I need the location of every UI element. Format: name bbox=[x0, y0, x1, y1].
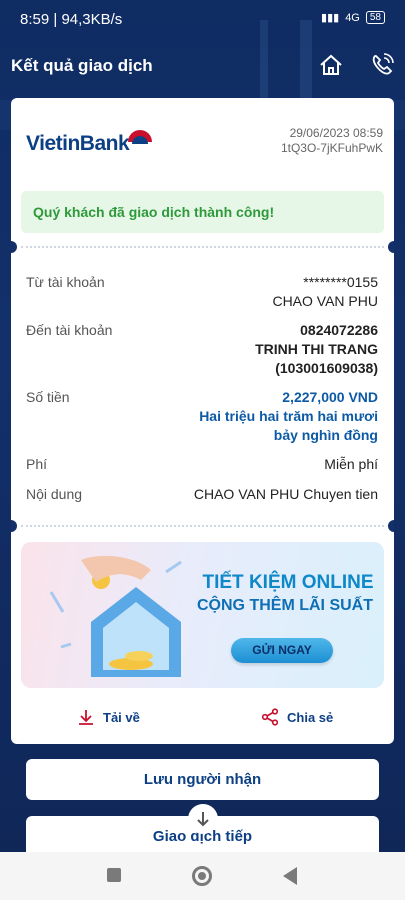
transaction-ref: 1tQ3O-7jKFuhPwK bbox=[280, 141, 383, 155]
home-icon[interactable] bbox=[318, 52, 344, 78]
status-bar: 8:59 | 94,3KB/s ▮▮▮ 4G 58 bbox=[0, 0, 405, 40]
amount-label: Số tiền bbox=[26, 389, 70, 405]
recent-apps-icon[interactable] bbox=[107, 868, 121, 882]
receipt-card: VietinBank 29/06/2023 08:59 1tQ3O-7jKFuh… bbox=[11, 98, 394, 744]
content-label: Nội dung bbox=[26, 486, 83, 502]
top-bar: Kết quả giao dịch bbox=[0, 50, 405, 84]
divider bbox=[11, 520, 394, 532]
share-button[interactable]: Chia sẻ bbox=[261, 708, 333, 726]
android-nav-bar bbox=[0, 852, 405, 900]
transaction-datetime: 29/06/2023 08:59 bbox=[289, 126, 383, 140]
to-account-name: TRINH THI TRANG bbox=[255, 341, 378, 357]
receipt-actions: Tải về Chia sẻ bbox=[11, 708, 394, 736]
home-nav-icon[interactable] bbox=[192, 866, 212, 886]
phone-icon[interactable] bbox=[369, 52, 395, 78]
from-account-name: CHAO VAN PHU bbox=[272, 293, 378, 309]
divider bbox=[11, 241, 394, 253]
success-message: Quý khách đã giao dịch thành công! bbox=[33, 204, 275, 220]
bank-logo-icon bbox=[128, 130, 152, 144]
to-account-number: 0824072286 bbox=[300, 322, 378, 338]
share-icon bbox=[261, 708, 279, 726]
scroll-down-button[interactable] bbox=[188, 804, 218, 834]
fee-value: Miễn phí bbox=[324, 456, 378, 472]
signal-icon: ▮▮▮ bbox=[321, 12, 340, 24]
amount-words-line1: Hai triệu hai trăm hai mươi bbox=[199, 408, 378, 424]
page-title: Kết quả giao dịch bbox=[11, 56, 153, 75]
success-banner: Quý khách đã giao dịch thành công! bbox=[21, 191, 384, 233]
amount-value: 2,227,000 VND bbox=[282, 389, 378, 405]
bank-logo-text: VietinBank bbox=[26, 132, 130, 155]
banner-subtitle: CỘNG THÊM LÃI SUẤT bbox=[197, 597, 373, 614]
savings-house-illustration bbox=[49, 555, 182, 677]
status-time: 8:59 bbox=[20, 11, 50, 28]
download-button[interactable]: Tải về bbox=[77, 708, 140, 726]
download-icon bbox=[79, 710, 93, 725]
back-icon[interactable] bbox=[283, 867, 297, 885]
content-value: CHAO VAN PHU Chuyen tien bbox=[193, 486, 378, 502]
download-label: Tải về bbox=[103, 709, 140, 725]
arrow-down-icon bbox=[197, 812, 209, 827]
amount-words-line2: bảy nghìn đồng bbox=[273, 427, 378, 443]
share-label: Chia sẻ bbox=[287, 709, 334, 725]
to-account-extra: (103001609038) bbox=[275, 360, 378, 376]
to-account-label: Đến tài khoản bbox=[26, 322, 113, 338]
promo-banner[interactable]: TIẾT KIỆM ONLINE CỘNG THÊM LÃI SUẤT GỬI … bbox=[21, 542, 384, 688]
battery-indicator: 58 bbox=[365, 11, 385, 24]
banner-cta-button[interactable]: GỬI NGAY bbox=[231, 638, 333, 663]
from-account-number: ********0155 bbox=[303, 274, 378, 290]
fee-label: Phí bbox=[26, 456, 48, 472]
status-speed: 94,3KB/s bbox=[61, 11, 123, 28]
save-recipient-button[interactable]: Lưu người nhận bbox=[26, 759, 379, 800]
from-account-label: Từ tài khoản bbox=[26, 274, 105, 290]
banner-title: TIẾT KIỆM ONLINE bbox=[202, 572, 374, 593]
network-label: 4G bbox=[345, 11, 360, 24]
